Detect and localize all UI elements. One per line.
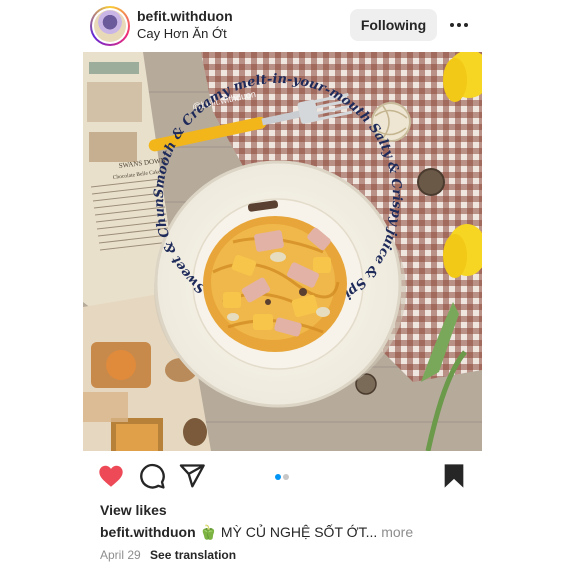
carousel-indicator — [275, 474, 289, 480]
view-likes-link[interactable]: View likes — [100, 502, 167, 518]
username[interactable]: befit.withduon — [137, 8, 233, 24]
heart-icon[interactable] — [97, 462, 125, 490]
post-photo[interactable]: SWANS DOWN Chocolate Belle Cake @befit.w… — [83, 52, 482, 451]
post-date: April 29 — [100, 548, 141, 562]
date-row: April 29 See translation — [100, 548, 236, 562]
avatar[interactable] — [90, 6, 130, 46]
caption-username[interactable]: befit.withduon — [100, 524, 196, 540]
comment-icon[interactable] — [138, 462, 166, 490]
bookmark-icon[interactable] — [440, 462, 468, 490]
more-icon[interactable] — [448, 16, 470, 34]
avatar-image — [94, 10, 126, 42]
share-icon[interactable] — [178, 462, 206, 490]
location-link[interactable]: Cay Hơn Ăn Ớt — [137, 26, 227, 41]
post-header: befit.withduon Cay Hơn Ăn Ớt Following — [0, 0, 565, 52]
more-link[interactable]: more — [381, 524, 413, 540]
see-translation-link[interactable]: See translation — [150, 548, 236, 562]
food-photo: SWANS DOWN Chocolate Belle Cake @befit.w… — [83, 52, 482, 451]
following-button[interactable]: Following — [350, 9, 437, 41]
pepper-emoji: 🫑 — [199, 524, 217, 540]
caption: befit.withduon 🫑 MỲ CỦ NGHỆ SỐT ỚT... mo… — [100, 524, 413, 541]
caption-text: MỲ CỦ NGHỆ SỐT ỚT... — [220, 524, 378, 540]
post-actions — [0, 455, 565, 500]
